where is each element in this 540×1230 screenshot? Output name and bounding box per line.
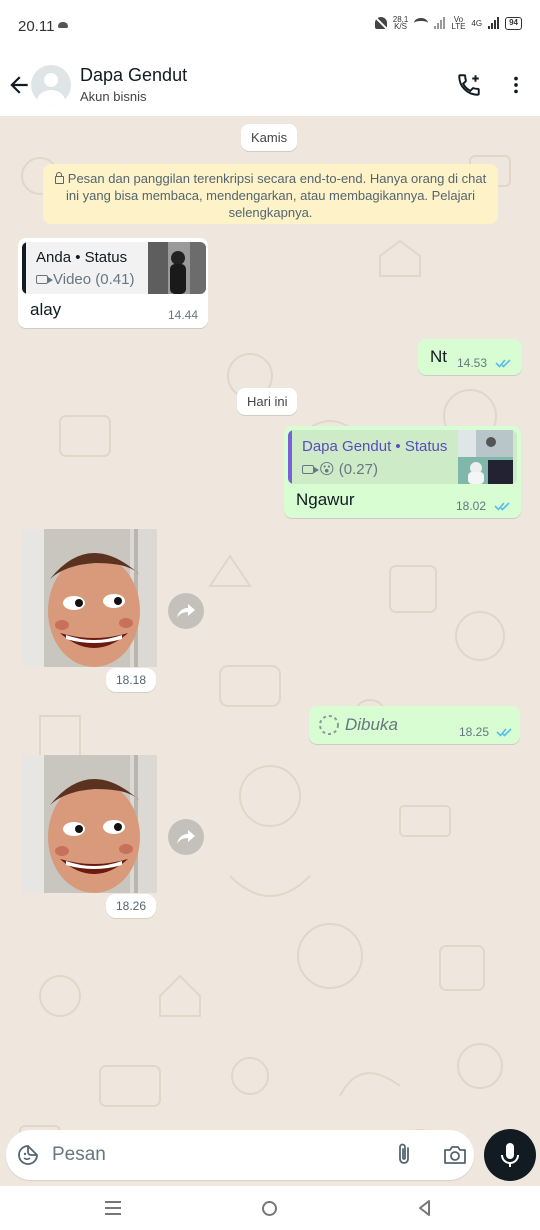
forward-icon[interactable] — [168, 819, 204, 855]
status-thumbnail — [458, 430, 513, 484]
recents-icon[interactable] — [104, 1200, 122, 1216]
mute-icon — [374, 17, 387, 29]
network-speed: 28,1 K/S — [392, 15, 409, 31]
more-vert-icon[interactable] — [505, 73, 527, 97]
signal-icon — [488, 17, 500, 29]
message-time: 14.44 — [168, 308, 199, 322]
mic-icon — [501, 1143, 519, 1167]
status-thumbnail — [148, 242, 206, 294]
chat-header: Dapa Gendut Akun bisnis — [0, 52, 540, 116]
battery-icon: 94 — [505, 16, 522, 30]
quoted-status[interactable]: Dapa Gendut • Status 😮 (0.27) — [288, 430, 517, 484]
message-text: alay — [30, 300, 62, 319]
contact-name[interactable]: Dapa Gendut — [80, 65, 187, 86]
message-time: 18.18 — [106, 668, 157, 692]
message-time: 18.02 — [456, 499, 487, 513]
camera-icon[interactable] — [442, 1143, 468, 1167]
read-ticks-icon — [496, 728, 512, 737]
read-ticks-icon — [494, 502, 510, 511]
contact-subtitle: Akun bisnis — [80, 89, 147, 104]
paperclip-icon[interactable] — [392, 1142, 416, 1168]
status-time: 20.11 — [18, 18, 55, 35]
date-separator: Hari ini — [237, 388, 298, 415]
message-composer — [6, 1130, 474, 1180]
forward-icon[interactable] — [168, 593, 204, 629]
read-ticks-icon — [495, 359, 511, 368]
encryption-notice[interactable]: Pesan dan panggilan terenkripsi secara e… — [43, 164, 498, 224]
image-message[interactable] — [22, 755, 157, 893]
home-icon[interactable] — [262, 1201, 277, 1216]
signal-icon — [434, 17, 446, 29]
message-incoming[interactable]: Anda • Status Video (0.41) alay 14.44 — [18, 238, 208, 328]
message-input[interactable] — [52, 1141, 372, 1169]
quote-title: Dapa Gendut • Status — [302, 438, 448, 455]
network-gen: 4G — [471, 18, 483, 28]
volte-label: Vo LTE — [451, 15, 466, 31]
sticker-icon[interactable] — [16, 1143, 40, 1167]
wifi-icon — [414, 18, 429, 28]
mic-button[interactable] — [484, 1129, 536, 1181]
message-text: Dibuka — [345, 715, 398, 734]
back-icon[interactable] — [416, 1199, 434, 1217]
message-outgoing[interactable]: Nt 14.53 — [418, 339, 522, 375]
message-text: Nt — [430, 347, 447, 366]
status-bar: 20.11 28,1 K/S Vo LTE 4G 94 — [0, 0, 540, 52]
image-message[interactable] — [22, 529, 157, 667]
system-nav-bar — [0, 1186, 540, 1230]
message-outgoing[interactable]: Dibuka 18.25 — [309, 706, 520, 744]
arrow-left-icon[interactable] — [6, 72, 32, 98]
message-time: 18.25 — [459, 725, 490, 739]
video-icon — [36, 275, 53, 284]
sticker-image — [22, 755, 157, 893]
quote-subtitle: Video (0.41) — [36, 271, 134, 288]
chat-area[interactable]: Kamis Pesan dan panggilan terenkripsi se… — [0, 116, 540, 1186]
lock-icon — [54, 172, 64, 184]
quote-title: Anda • Status — [36, 249, 128, 266]
add-call-icon[interactable] — [456, 72, 482, 98]
message-time: 18.26 — [106, 894, 157, 918]
date-separator: Kamis — [241, 124, 298, 151]
avatar[interactable] — [31, 65, 71, 105]
view-once-icon — [319, 715, 339, 735]
quote-subtitle: 😮 (0.27) — [302, 460, 378, 478]
message-time: 14.53 — [457, 356, 488, 370]
message-text: Ngawur — [296, 490, 355, 509]
quoted-status[interactable]: Anda • Status Video (0.41) — [22, 242, 206, 294]
video-icon — [302, 465, 319, 474]
cloud-icon — [58, 22, 68, 28]
message-outgoing[interactable]: Dapa Gendut • Status 😮 (0.27) Ngawur 18.… — [284, 426, 521, 518]
sticker-image — [22, 529, 157, 667]
